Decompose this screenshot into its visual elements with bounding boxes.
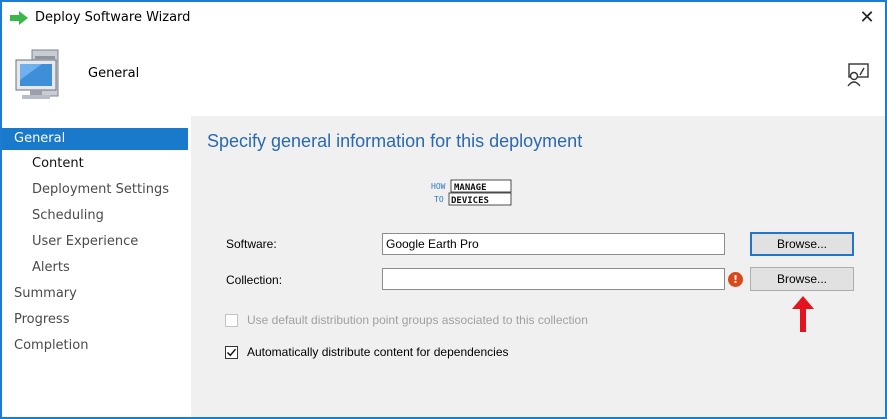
error-icon: ! <box>728 272 743 287</box>
nav-item-scheduling[interactable]: Scheduling <box>2 205 188 227</box>
nav-item-completion[interactable]: Completion <box>2 335 188 357</box>
nav-item-summary[interactable]: Summary <box>2 283 188 305</box>
collection-field[interactable] <box>382 268 725 290</box>
checkmark-icon <box>226 348 237 357</box>
how-to-manage-devices-logo: HOW MANAGE TO DEVICES <box>431 179 512 206</box>
deploy-software-wizard-window: Deploy Software Wizard ✕ General General… <box>0 0 887 419</box>
default-dp-groups-checkbox[interactable] <box>225 314 238 327</box>
svg-text:TO: TO <box>434 195 444 204</box>
software-browse-button[interactable]: Browse... <box>750 232 854 256</box>
header-label: General <box>88 66 140 81</box>
content-panel: Specify general information for this dep… <box>191 116 885 417</box>
nav-item-deployment-settings[interactable]: Deployment Settings <box>2 179 188 201</box>
svg-text:MANAGE: MANAGE <box>454 183 487 193</box>
svg-text:HOW: HOW <box>431 182 446 191</box>
computer-icon <box>15 49 59 99</box>
nav-item-general[interactable]: General <box>2 128 188 150</box>
nav-item-user-experience[interactable]: User Experience <box>2 231 188 253</box>
help-icon[interactable] <box>845 62 871 88</box>
wizard-nav: General Content Deployment Settings Sche… <box>2 126 188 417</box>
arrow-right-icon <box>10 11 28 25</box>
default-dp-groups-label: Use default distribution point groups as… <box>247 313 588 327</box>
collection-browse-button[interactable]: Browse... <box>750 267 854 291</box>
auto-distribute-checkbox[interactable] <box>225 346 238 359</box>
window-title: Deploy Software Wizard <box>35 10 191 25</box>
title-bar: Deploy Software Wizard ✕ <box>2 2 885 36</box>
software-label: Software: <box>226 237 277 251</box>
arrow-up-annotation-icon <box>792 296 814 332</box>
nav-item-progress[interactable]: Progress <box>2 309 188 331</box>
collection-label: Collection: <box>226 273 283 287</box>
page-title: Specify general information for this dep… <box>207 131 583 151</box>
svg-text:DEVICES: DEVICES <box>451 196 489 206</box>
auto-distribute-label: Automatically distribute content for dep… <box>247 345 509 359</box>
close-button[interactable]: ✕ <box>857 8 877 28</box>
nav-item-alerts[interactable]: Alerts <box>2 257 188 279</box>
wizard-header: General <box>2 36 885 116</box>
nav-item-content[interactable]: Content <box>2 153 188 175</box>
software-field[interactable]: Google Earth Pro <box>382 233 725 255</box>
